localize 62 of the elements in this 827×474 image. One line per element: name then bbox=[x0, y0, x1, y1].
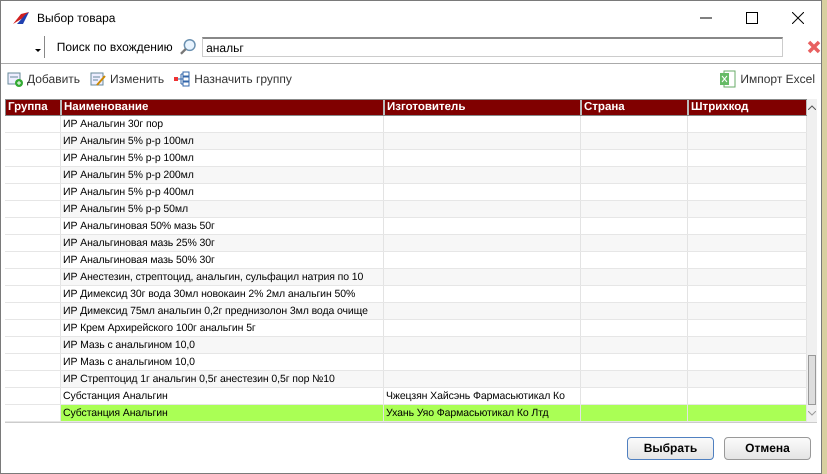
search-field[interactable]: анальг bbox=[202, 37, 783, 57]
table-row[interactable]: ИР Анальгин 30г пор bbox=[5, 116, 807, 133]
table-row[interactable]: ИР Димексид 30г вода 30мл новокаин 2% 2мл анальгин 50% bbox=[5, 286, 807, 303]
window-title: Выбор товара bbox=[37, 11, 116, 25]
table-row[interactable]: ИР Стрептоцид 1г анальгин 0,5г анестезин 0,5г пор №10 bbox=[5, 371, 807, 388]
edit-document-icon bbox=[90, 70, 106, 86]
table-row[interactable]: ИР Димексид 75мл анальгин 0,2г преднизолон 3мл вода очище bbox=[5, 303, 807, 320]
table-cell: ИР Анестезин, стрептоцид, анальгин, сульфацил натрия по 10 bbox=[61, 269, 384, 285]
table-cell: ИР Мазь с анальгином 10,0 bbox=[61, 354, 384, 370]
table-cell: ИР Анальгин 5% р-р 50мл bbox=[61, 201, 384, 217]
table-row[interactable]: ИР Крем Архирейского 100г анальгин 5г bbox=[5, 320, 807, 337]
table-cell: ИР Анальгин 5% р-р 400мл bbox=[61, 184, 384, 200]
hierarchy-icon bbox=[174, 70, 190, 86]
clear-search-button[interactable] bbox=[807, 40, 821, 54]
table-cell: ИР Анальгиновая мазь 25% 30г bbox=[61, 235, 384, 251]
search-icon bbox=[178, 38, 196, 56]
toolbar-button[interactable]: Добавить bbox=[7, 70, 80, 86]
scroll-down-icon bbox=[808, 411, 816, 416]
table-cell: ИР Стрептоцид 1г анальгин 0,5г анестезин 0,5г пор №10 bbox=[61, 371, 384, 387]
search-mode-label: Поиск по вхождению bbox=[56, 40, 173, 54]
table-row[interactable]: ИР Анальгиновая мазь 25% 30г bbox=[5, 235, 807, 252]
table-cell: ИР Анальгин 5% р-р 100мл bbox=[61, 133, 384, 149]
table-cell: Ухань Уяо Фармасьютикал Ко Лтд bbox=[384, 405, 581, 421]
table-row[interactable]: ИР Анестезин, стрептоцид, анальгин, сульфацил натрия по 10 bbox=[5, 269, 807, 286]
toolbar-button[interactable]: Изменить bbox=[90, 70, 164, 86]
toolbar-button[interactable]: Назначить группу bbox=[174, 70, 292, 86]
table-cell: ИР Анальгин 5% р-р 100мл bbox=[61, 150, 384, 166]
table-cell: ИР Анальгиновая 50% мазь 50г bbox=[61, 218, 384, 234]
close-icon bbox=[792, 12, 804, 24]
add-document-icon bbox=[7, 70, 23, 86]
table-cell: Субстанция Анальгин bbox=[61, 405, 384, 421]
table-row[interactable]: ИР Анальгин 5% р-р 50мл bbox=[5, 201, 807, 218]
spreadsheet-icon bbox=[720, 70, 736, 88]
table-cell: ИР Мазь с анальгином 10,0 bbox=[61, 337, 384, 353]
table-cell: ИР Крем Архирейского 100г анальгин 5г bbox=[61, 320, 384, 336]
dropdown-button[interactable] bbox=[35, 36, 45, 58]
dialog-button[interactable]: Отмена bbox=[724, 436, 811, 460]
table-row[interactable]: ИР Мазь с анальгином 10,0 bbox=[5, 354, 807, 371]
table-row[interactable]: ИР Анальгин 5% р-р 200мл bbox=[5, 167, 807, 184]
app-logo-icon bbox=[13, 12, 29, 24]
table-cell: ИР Анальгин 30г пор bbox=[61, 116, 384, 132]
import-excel-button[interactable]: Импорт Excel bbox=[720, 70, 815, 88]
scrollbar[interactable] bbox=[807, 99, 817, 422]
table-cell: Субстанция Анальгин bbox=[61, 388, 384, 404]
maximize-icon bbox=[746, 12, 758, 24]
table-cell: ИР Анальгиновая мазь 50% 30г bbox=[61, 252, 384, 268]
scroll-thumb[interactable] bbox=[808, 355, 816, 405]
table-row[interactable]: Субстанция Анальгин Чжецзян Хайсэнь Фармасьютикал Ко bbox=[5, 388, 807, 405]
dialog-button[interactable]: Выбрать bbox=[627, 436, 714, 460]
table-row[interactable]: ИР Анальгин 5% р-р 400мл bbox=[5, 184, 807, 201]
table-row[interactable]: ИР Мазь с анальгином 10,0 bbox=[5, 337, 807, 354]
table-cell: ИР Анальгин 5% р-р 200мл bbox=[61, 167, 384, 183]
table-row[interactable]: ИР Анальгиновая 50% мазь 50г bbox=[5, 218, 807, 235]
table-cell: ИР Димексид 75мл анальгин 0,2г преднизолон 3мл вода очище bbox=[61, 303, 384, 319]
table-row[interactable]: ИР Анальгиновая мазь 50% 30г bbox=[5, 252, 807, 269]
table-cell: ИР Димексид 30г вода 30мл новокаин 2% 2мл анальгин 50% bbox=[61, 286, 384, 302]
table-row[interactable]: ИР Анальгин 5% р-р 100мл bbox=[5, 133, 807, 150]
scroll-up-icon bbox=[808, 105, 816, 110]
table-cell: Чжецзян Хайсэнь Фармасьютикал Ко bbox=[384, 388, 581, 404]
table-row[interactable]: ИР Анальгин 5% р-р 100мл bbox=[5, 150, 807, 167]
caret-icon bbox=[35, 49, 41, 52]
table-row[interactable]: Субстанция Анальгин Ухань Уяо Фармасьютикал Ко Лтд bbox=[5, 405, 807, 422]
